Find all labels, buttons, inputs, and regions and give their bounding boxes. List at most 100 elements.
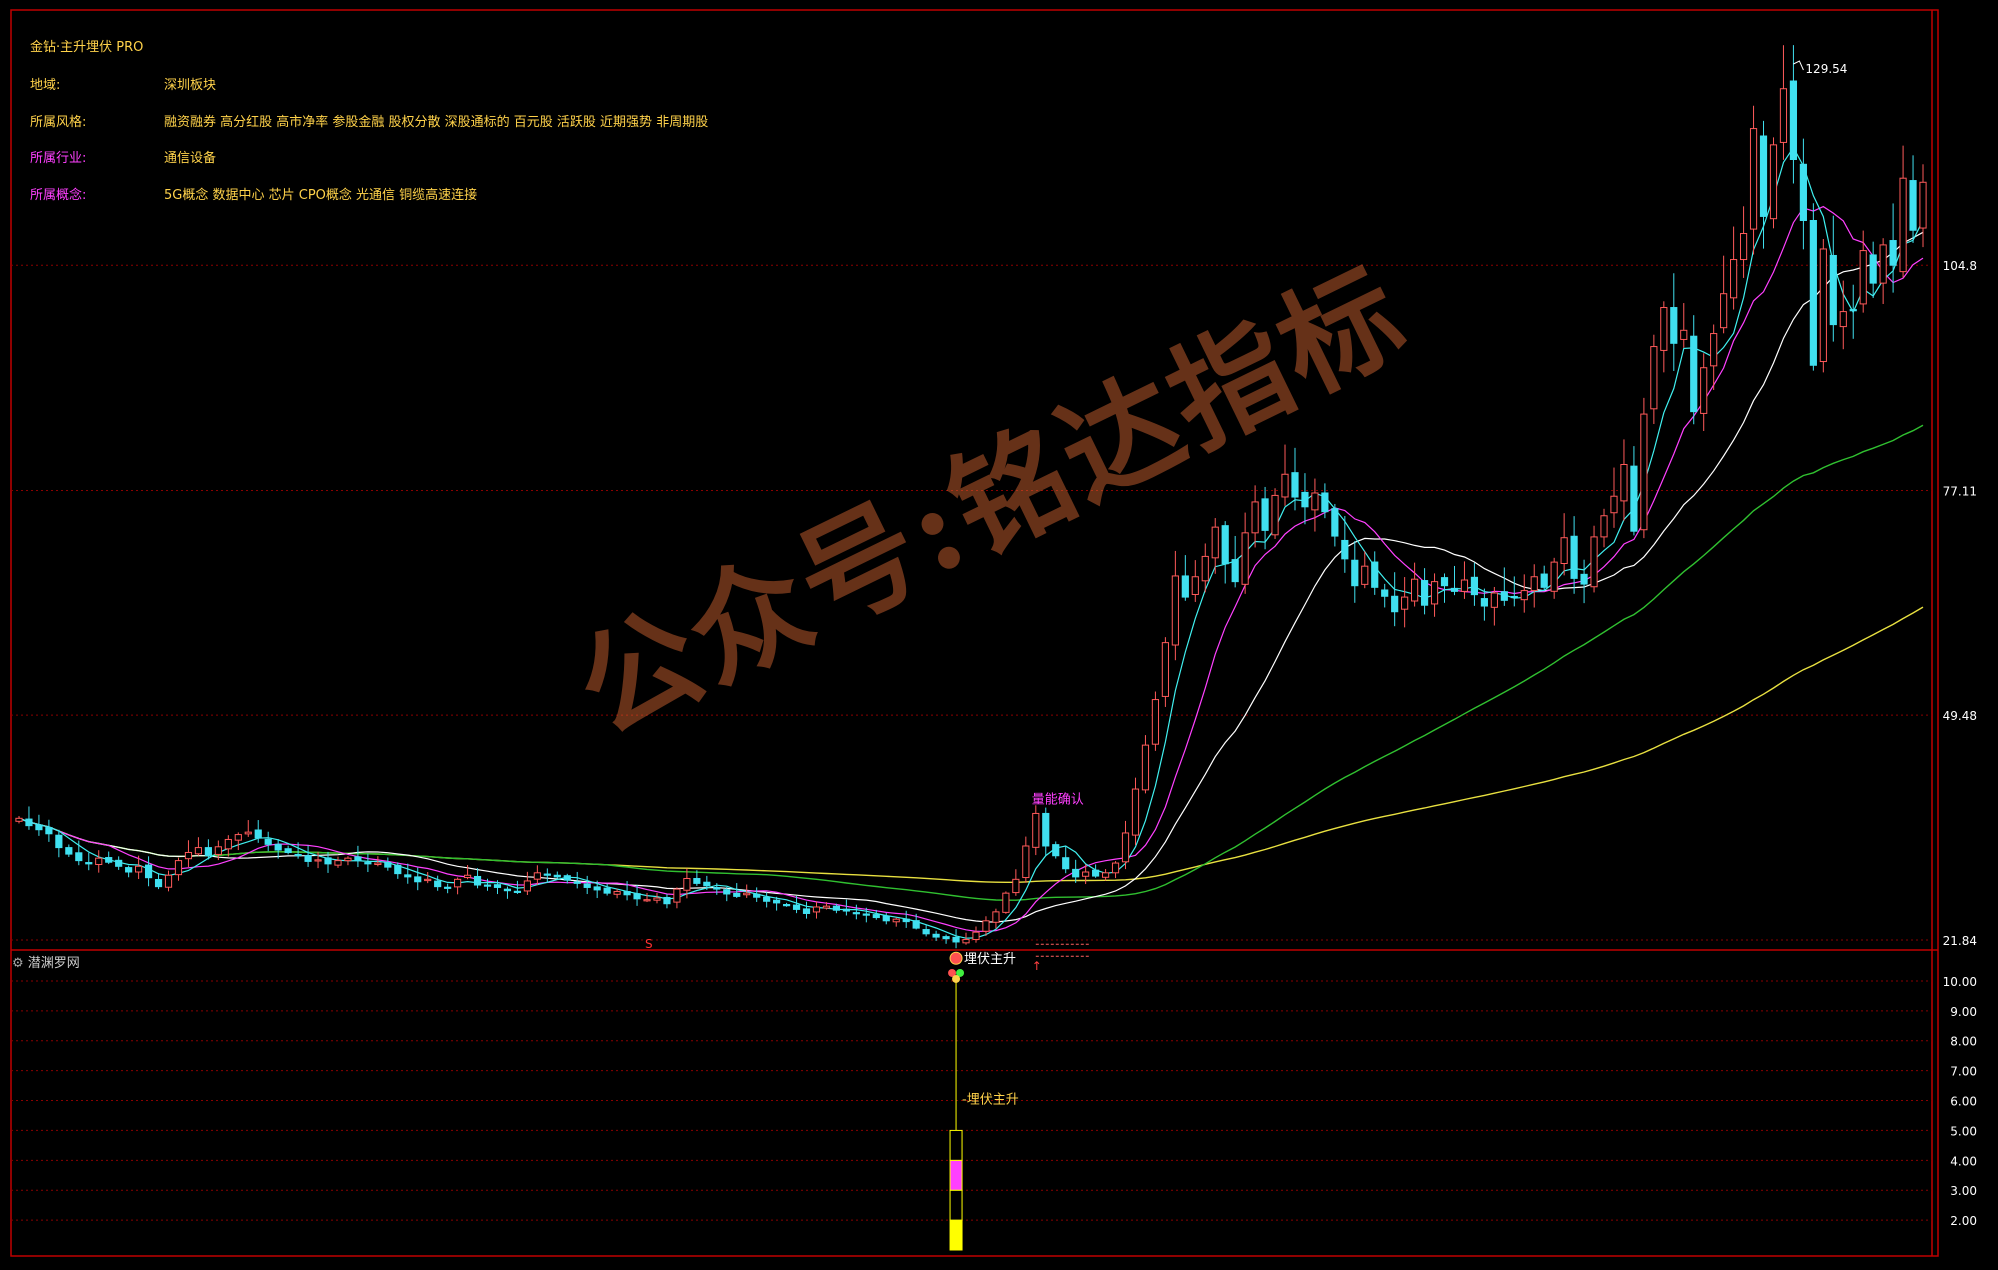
candle-down [773,899,781,904]
candle-down [1849,309,1857,312]
candle-down [792,904,801,910]
candle-down [324,857,332,865]
candle-down [723,889,731,895]
candle-down [125,867,133,873]
candle-down [1670,307,1678,344]
candle-down [842,908,850,912]
candle-up [234,834,242,841]
candle-down [483,884,492,887]
candle-up [1769,144,1778,220]
candle-down [1072,868,1080,878]
candle-down [45,827,53,835]
candle-down [882,915,890,922]
candle-up [1111,862,1120,874]
candle-down [25,818,33,827]
candle-down [65,847,73,855]
candle-up [1032,812,1040,848]
candle-down [932,933,940,938]
candle-up [1650,346,1658,410]
candle-down [1909,180,1917,231]
candle-up [1640,413,1648,531]
candle-down [593,886,601,891]
candle-down [1092,869,1100,877]
candle-down [1450,587,1459,592]
candle-up [1411,578,1419,602]
style-value: 融资融券 高分红股 高市净率 参股金融 股权分散 深股通标的 百元股 活跃股 近… [164,115,709,130]
indicator-tick-label: 4.00 [1950,1154,1977,1168]
signal-label-ambush: 埋伏主升 [964,952,1016,967]
candle-up [1859,250,1867,305]
candle-down [573,881,581,884]
candle-up [822,905,831,909]
candle-down [1042,812,1050,847]
candle-up [523,880,531,892]
candle-down [553,874,561,878]
candle-down [294,853,302,857]
industry-label: 所属行业: [30,151,87,166]
candle-down [1759,135,1768,217]
candle-up [673,888,681,903]
candle-up [613,891,621,895]
candle-down [105,857,113,863]
price-tick-label: 49.48 [1943,709,1977,723]
candle-up [643,899,651,902]
candle-down [1570,535,1578,579]
candle-down [1789,80,1798,160]
candle-down [753,893,761,898]
candle-up [1899,177,1907,273]
signal-bar-segment [949,1189,963,1221]
indicator-tick-label: 9.00 [1950,1005,1977,1019]
candle-down [852,912,860,915]
candle-up [244,831,252,835]
candle-up [1560,537,1568,565]
candle-down [733,892,741,897]
candle-down [274,843,282,851]
candle-down [264,838,272,845]
candle-down [1381,589,1389,597]
candle-down [1470,576,1479,596]
candle-down [75,852,83,862]
candle-up [1401,596,1409,610]
candle-up [174,860,183,876]
candle-down [1889,240,1897,266]
indicator-chart: -埋伏主升 [948,968,1019,1251]
candle-up [1610,495,1618,514]
candle-down [1420,580,1429,606]
candle-down [1540,573,1548,588]
indicator-pane-header[interactable]: ⚙ 潜渊罗网 [12,952,80,971]
indicator-tick-label: 2.00 [1950,1214,1977,1228]
candle-up [533,872,541,880]
candle-up [424,878,432,882]
candle-down [832,905,841,911]
candle-down [563,875,571,881]
candle-down [1341,539,1349,560]
candle-down [543,873,551,876]
signal-bar-segment [949,1159,963,1191]
candle-down [1440,577,1449,587]
settings-gear-icon[interactable]: ⚙ [12,956,24,971]
candle-down [384,861,392,868]
candle-down [1829,254,1837,326]
candle-down [763,896,771,902]
candle-up [683,878,691,891]
candle-down [85,862,93,865]
industry-value: 通信设备 [164,151,217,166]
candle-down [1510,595,1518,599]
candle-up [463,874,472,879]
candle-up [653,897,661,901]
candle-down [922,929,930,935]
candle-up [1002,892,1010,913]
candle-down [35,824,43,831]
candle-up [1680,329,1688,340]
candle-down [902,918,910,923]
candle-down [583,883,591,888]
region-label: 地域: [30,78,61,93]
candle-down [862,913,870,916]
indicator-tick-label: 10.00 [1943,975,1977,989]
candle-up [1161,642,1169,697]
candle-down [115,859,123,867]
candle-up [1430,581,1439,605]
candle-up [1710,333,1718,367]
signal-dot [949,951,963,965]
price-tick-label: 104.8 [1943,259,1977,273]
